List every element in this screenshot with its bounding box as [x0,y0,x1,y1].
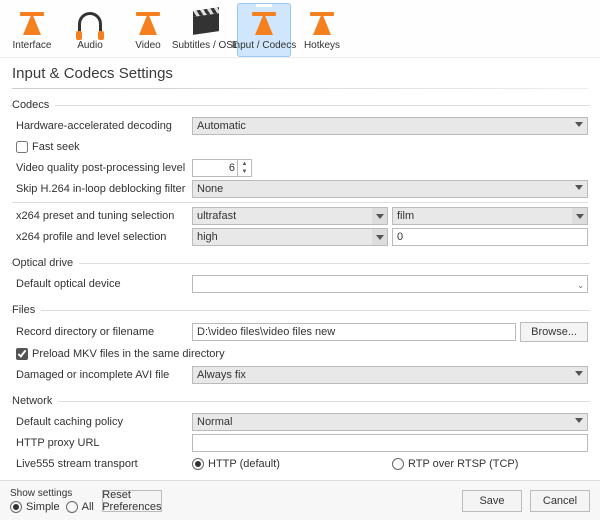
live555-http-radio[interactable]: HTTP (default) [192,458,388,470]
x264-profile-dropdown[interactable]: high [192,228,388,246]
button-label: Browse... [531,326,577,338]
headphones-icon [78,12,102,36]
dropdown-value: film [397,210,414,222]
optical-device-dropdown[interactable]: ⌄ [192,275,588,293]
footer-bar: Show settings Simple All Reset Preferenc… [0,480,600,520]
page-title: Input & Codecs Settings [0,58,600,85]
dropdown-value: None [197,183,223,195]
tab-video[interactable]: Video [121,3,175,57]
dropdown-value: Automatic [197,120,246,132]
chevron-down-icon [572,208,587,224]
cone-icon [139,13,157,35]
show-settings-label: Show settings [10,488,94,499]
show-simple-radio[interactable]: Simple [10,501,60,513]
tab-audio[interactable]: Audio [63,3,117,57]
x264-preset-label: x264 preset and tuning selection [12,210,192,222]
damaged-avi-label: Damaged or incomplete AVI file [12,369,192,381]
pp-level-label: Video quality post-processing level [12,162,192,174]
reset-prefs-button[interactable]: Reset Preferences [102,490,162,512]
group-legend: Optical drive [12,257,79,269]
x264-profile-label: x264 profile and level selection [12,231,192,243]
record-dir-label: Record directory or filename [12,326,192,338]
group-legend: Network [12,395,58,407]
damaged-avi-dropdown[interactable]: Always fix [192,366,588,384]
caching-dropdown[interactable]: Normal [192,413,588,431]
dropdown-value: Always fix [197,369,246,381]
skip-h264-dropdown[interactable]: None [192,180,588,198]
group-legend: Codecs [12,99,55,111]
radio-icon [192,458,204,470]
dropdown-value: Normal [197,416,232,428]
http-proxy-label: HTTP proxy URL [12,437,192,449]
tab-hotkeys[interactable]: Hotkeys [295,3,349,57]
chevron-down-icon [575,418,583,423]
tab-label: Video [135,40,160,51]
cone-icon [255,13,273,35]
browse-button[interactable]: Browse... [520,322,588,342]
hw-decoding-dropdown[interactable]: Automatic [192,117,588,135]
http-proxy-input[interactable] [192,434,588,452]
radio-label: RTP over RTSP (TCP) [408,458,518,470]
live555-label: Live555 stream transport [12,458,192,470]
x264-preset-dropdown[interactable]: ultrafast [192,207,388,225]
tab-label: Interface [13,40,52,51]
cancel-button[interactable]: Cancel [530,490,590,512]
show-all-radio[interactable]: All [66,501,94,513]
group-optical: Optical drive Default optical device ⌄ [10,257,590,298]
input-value: 0 [397,231,403,243]
radio-icon [10,501,22,513]
tab-label: Audio [77,40,103,51]
optical-device-label: Default optical device [12,278,192,290]
tab-label: Input / Codecs [232,40,296,51]
divider [12,202,588,203]
save-button[interactable]: Save [462,490,522,512]
spinner-value: 6 [229,162,235,174]
preload-mkv-checkbox[interactable]: Preload MKV files in the same directory [12,348,225,360]
chevron-down-icon [372,208,387,224]
input-value: D:\video files\video files new [197,326,335,338]
tab-input-codecs[interactable]: Input / Codecs [237,3,291,57]
button-label: Cancel [543,495,577,507]
x264-tune-dropdown[interactable]: film [392,207,588,225]
dropdown-value: high [197,231,218,243]
record-dir-input[interactable]: D:\video files\video files new [192,323,516,341]
live555-rtp-radio[interactable]: RTP over RTSP (TCP) [392,458,588,470]
tab-interface[interactable]: Interface [5,3,59,57]
group-legend: Files [12,304,41,316]
cone-icon [23,13,41,35]
chevron-down-icon [575,371,583,376]
tab-subtitles[interactable]: Subtitles / OSD [179,3,233,57]
spinner-buttons[interactable]: ▲▼ [237,160,251,176]
chevron-down-icon [575,122,583,127]
cone-icon [313,13,331,35]
radio-label: Simple [26,501,60,513]
checkbox-label: Fast seek [32,141,80,153]
radio-icon [66,501,78,513]
chevron-down-icon: ⌄ [577,281,584,290]
tab-label: Subtitles / OSD [172,40,240,51]
chevron-down-icon [575,185,583,190]
radio-label: HTTP (default) [208,458,280,470]
radio-icon [392,458,404,470]
button-label: Save [479,495,504,507]
group-codecs: Codecs Hardware-accelerated decoding Aut… [10,99,590,251]
x264-level-input[interactable]: 0 [392,228,588,246]
group-files: Files Record directory or filename D:\vi… [10,304,590,389]
skip-h264-label: Skip H.264 in-loop deblocking filter [12,183,192,195]
content-area: Codecs Hardware-accelerated decoding Aut… [0,89,600,487]
checkbox-label: Preload MKV files in the same directory [32,348,225,360]
dropdown-value: ultrafast [197,210,236,222]
fast-seek-checkbox[interactable]: Fast seek [12,141,80,153]
tab-label: Hotkeys [304,40,340,51]
chevron-down-icon [372,229,387,245]
radio-label: All [82,501,94,513]
pp-level-spinner[interactable]: 6▲▼ [192,159,252,177]
hw-decoding-label: Hardware-accelerated decoding [12,120,192,132]
group-network: Network Default caching policy Normal HT… [10,395,590,478]
clapper-icon [193,13,219,35]
caching-label: Default caching policy [12,416,192,428]
category-toolbar: Interface Audio Video Subtitles / OSD In… [0,0,600,58]
button-label: Reset Preferences [102,489,161,513]
